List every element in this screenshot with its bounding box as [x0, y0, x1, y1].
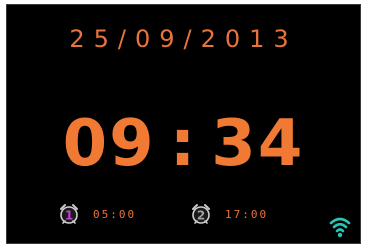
- alarm-1-time: 05:00: [93, 207, 137, 221]
- alarm-2-time: 17:00: [225, 207, 269, 221]
- clock-minutes: 34: [211, 107, 305, 181]
- alarm-clock-icon: 2: [192, 204, 210, 224]
- wifi-icon: [329, 217, 351, 238]
- alarm-2-number: 2: [197, 209, 205, 223]
- device-screen: 25/09/2013 09:34 1 05:00 2 17:00: [6, 4, 361, 244]
- clock-display: 09:34: [7, 107, 360, 181]
- alarm-clock-icon: 1: [60, 204, 78, 224]
- alarm-2-indicator: 2 17:00: [189, 202, 268, 226]
- clock-hours: 09: [62, 107, 156, 181]
- clock-separator: :: [169, 107, 198, 181]
- alarm-1-indicator: 1 05:00: [57, 202, 136, 226]
- alarm-1-number: 1: [65, 209, 73, 223]
- date-display: 25/09/2013: [69, 25, 298, 53]
